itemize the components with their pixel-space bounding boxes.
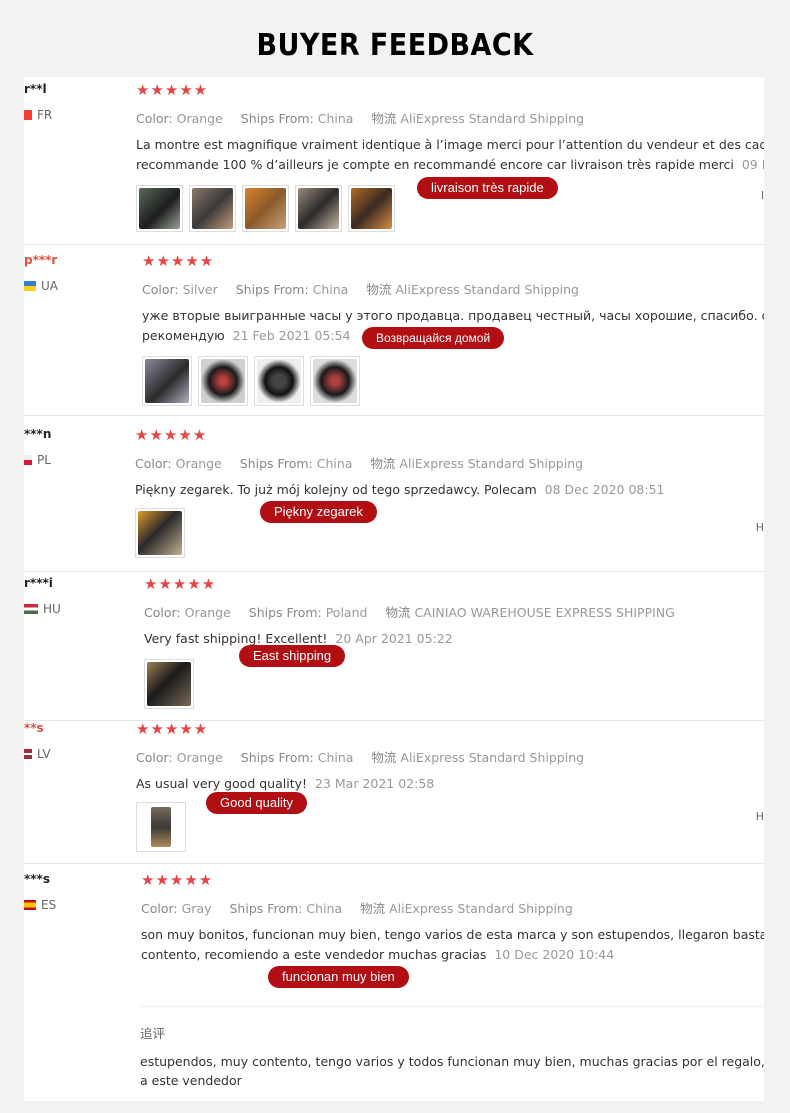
- flag-icon: [24, 749, 32, 759]
- review-photo[interactable]: [136, 802, 186, 852]
- followup-text: estupendos, muy contento, tengo varios y…: [140, 1054, 764, 1088]
- order-meta: Color: Orange Ships From: China 物流 AliEx…: [135, 456, 584, 471]
- reviewer-name: ***s: [24, 872, 50, 886]
- highlight-badge: Good quality: [206, 792, 307, 814]
- review-photos: [135, 508, 764, 558]
- review-photos: [142, 356, 764, 406]
- reviewer-country: FR: [24, 108, 52, 122]
- highlight-badge: funcionan muy bien: [268, 966, 409, 988]
- truncated-text: l: [760, 189, 764, 202]
- star-rating: ★★★★★: [141, 871, 214, 889]
- order-meta: Color: Orange Ships From: Poland 物流 CAIN…: [144, 605, 675, 620]
- review-text: son muy bonitos, funcionan muy bien, ten…: [141, 927, 764, 962]
- reviewer-country: UA: [24, 279, 58, 293]
- review-date: 09 Dec 2: [741, 157, 764, 172]
- star-rating: ★★★★★: [135, 426, 208, 444]
- star-rating: ★★★★★: [136, 720, 209, 738]
- review-photo[interactable]: [144, 659, 194, 709]
- review-date: 23 Mar 2021 02:58: [315, 776, 435, 791]
- review-item: r***i HU ★★★★★ Color: Orange Ships From:…: [24, 571, 764, 721]
- flag-icon: [24, 604, 38, 614]
- order-meta: Color: Orange Ships From: China 物流 AliEx…: [136, 750, 585, 765]
- review-text: Very fast shipping! Excellent! 20 Apr 20…: [144, 631, 453, 646]
- reviewer-country: LV: [24, 747, 51, 761]
- flag-icon: [24, 281, 36, 291]
- page-title: BUYER FEEDBACK: [256, 28, 534, 63]
- review-photo[interactable]: [136, 185, 183, 232]
- review-text: La montre est magnifique vraiment identi…: [136, 135, 764, 175]
- review-photo[interactable]: [310, 356, 360, 406]
- reviewer-country: HU: [24, 602, 61, 616]
- truncated-text: H: [755, 521, 764, 534]
- review-date: 10 Dec 2020 10:44: [494, 947, 615, 962]
- highlight-badge: East shipping: [239, 645, 346, 667]
- order-meta: Color: Silver Ships From: China 物流 AliEx…: [142, 282, 579, 297]
- followup-divider: [140, 1006, 764, 1007]
- review-photo[interactable]: [254, 356, 304, 406]
- reviewer-name: p***r: [24, 253, 58, 267]
- followup-label: 追评: [140, 1026, 166, 1041]
- review-item: **s LV ★★★★★ Color: Orange Ships From: C…: [24, 720, 764, 864]
- review-date: 21 Feb 2021 05:54: [232, 328, 351, 343]
- order-meta: Color: Orange Ships From: China 物流 AliEx…: [136, 111, 585, 126]
- feedback-list: r**l FR ★★★★★ Color: Orange Ships From: …: [24, 77, 764, 1101]
- review-photo[interactable]: [348, 185, 395, 232]
- reviewer-name: **s: [24, 721, 44, 735]
- review-date: 20 Apr 2021 05:22: [335, 631, 453, 646]
- reviewer-name: ***n: [24, 427, 52, 441]
- review-photo[interactable]: [242, 185, 289, 232]
- order-meta: Color: Gray Ships From: China 物流 AliExpr…: [141, 901, 573, 916]
- reviewer-country: ES: [24, 898, 56, 912]
- reviewer-name: r**l: [24, 82, 47, 96]
- review-date: 08 Dec 2020 08:51: [544, 482, 665, 497]
- star-rating: ★★★★★: [144, 575, 217, 593]
- reviewer-country: PL: [24, 453, 51, 467]
- highlight-badge: Возвращайся домой: [362, 327, 505, 349]
- review-item: ***n PL ★★★★★ Color: Orange Ships From: …: [24, 415, 764, 572]
- reviewer-name: r***i: [24, 576, 53, 590]
- truncated-text: H: [755, 810, 764, 823]
- flag-icon: [24, 900, 36, 910]
- star-rating: ★★★★★: [136, 81, 209, 99]
- review-photo[interactable]: [135, 508, 185, 558]
- review-photo[interactable]: [189, 185, 236, 232]
- flag-icon: [24, 110, 32, 120]
- review-photo[interactable]: [142, 356, 192, 406]
- review-text: Piękny zegarek. To już mój kolejny od te…: [135, 482, 665, 497]
- review-item: p***r UA ★★★★★ Color: Silver Ships From:…: [24, 244, 764, 416]
- highlight-badge: livraison très rapide: [417, 177, 558, 199]
- review-photo[interactable]: [198, 356, 248, 406]
- review-photos: [144, 659, 764, 709]
- review-text: As usual very good quality! 23 Mar 2021 …: [136, 776, 435, 791]
- highlight-badge: Piękny zegarek: [260, 501, 377, 523]
- review-photo[interactable]: [295, 185, 342, 232]
- flag-icon: [24, 455, 32, 465]
- review-item: ***s ES ★★★★★ Color: Gray Ships From: Ch…: [24, 863, 764, 1101]
- star-rating: ★★★★★: [142, 252, 215, 270]
- review-item: r**l FR ★★★★★ Color: Orange Ships From: …: [24, 77, 764, 245]
